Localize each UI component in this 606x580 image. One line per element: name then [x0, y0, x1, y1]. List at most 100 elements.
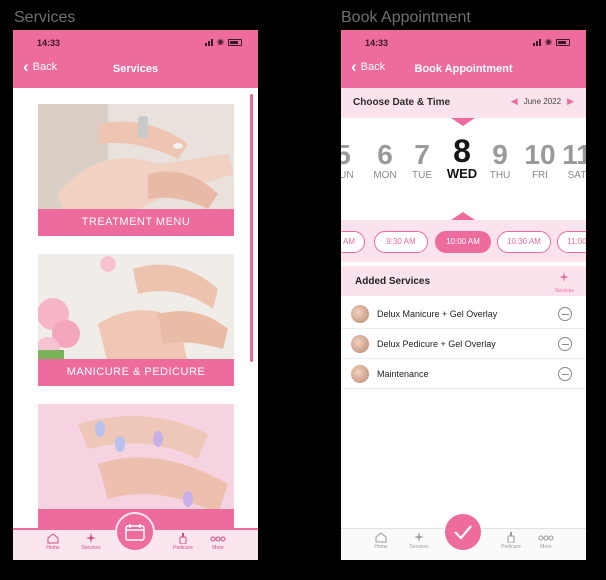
tab-label: Home — [46, 545, 60, 551]
time-slot-strip: AM 9:30 AM 10:00 AM 10:30 AM 11:00 — [341, 220, 586, 262]
header-bar: 14:33 ◉ ‹ Back Book Appointment — [341, 30, 586, 88]
wifi-icon: ◉ — [545, 37, 552, 46]
day-tue[interactable]: 7 TUE — [402, 139, 442, 182]
service-thumbnail — [351, 305, 369, 323]
chevron-left-icon[interactable]: ◀ — [511, 96, 518, 107]
card-label: TREATMENT MENU — [38, 209, 234, 236]
tab-label: Services — [81, 545, 101, 551]
header-bar: 14:33 ◉ ‹ Back Services — [13, 30, 258, 88]
services-link-label: Services — [554, 288, 574, 294]
service-thumbnail — [351, 335, 369, 353]
day-fri[interactable]: 10 FRI — [520, 139, 560, 182]
day-number: 7 — [414, 139, 430, 170]
time-slot[interactable]: 9:30 AM — [374, 231, 428, 253]
day-number: 11 — [562, 139, 586, 170]
day-name: WED — [446, 166, 478, 181]
calendar-icon — [125, 524, 145, 541]
status-icons: ◉ — [533, 38, 570, 46]
day-name: TUE — [412, 170, 432, 181]
tab-label: More — [540, 544, 552, 550]
added-services-label: Added Services — [355, 276, 431, 287]
tab-label: More — [212, 545, 224, 551]
signal-icon — [205, 38, 214, 46]
day-name: MON — [373, 170, 397, 181]
status-time: 14:33 — [37, 38, 61, 48]
selection-indicator-top — [451, 118, 475, 126]
sparkles-icon — [86, 533, 96, 543]
frame-title-services: Services — [14, 9, 76, 26]
remove-icon[interactable] — [558, 367, 572, 381]
home-icon — [375, 532, 387, 543]
page-title: Services — [112, 63, 159, 75]
tab-label: Services — [409, 544, 429, 550]
day-wed-selected[interactable]: 8 WED — [442, 133, 482, 181]
tab-label: Home — [374, 544, 388, 550]
day-sat[interactable]: 11 SAT — [557, 139, 586, 182]
tab-label: Pedicure — [501, 544, 521, 550]
service-thumbnail — [351, 365, 369, 383]
sparkles-icon — [559, 272, 570, 282]
day-sun[interactable]: 5SUN — [341, 139, 363, 182]
confirm-booking-fab[interactable] — [443, 512, 483, 552]
day-thu[interactable]: 9 THU — [480, 139, 520, 182]
more-icon — [538, 535, 554, 541]
tab-pedicure[interactable]: Pedicure — [163, 533, 203, 551]
tab-more[interactable]: More — [526, 532, 566, 550]
sparkles-icon — [414, 532, 424, 542]
battery-icon — [228, 38, 242, 46]
date-time-bar: Choose Date & Time ◀ June 2022 ▶ — [341, 88, 586, 118]
day-name: SAT — [567, 170, 586, 181]
home-icon — [47, 533, 59, 544]
time-slot[interactable]: AM — [341, 231, 365, 253]
services-screen: 14:33 ◉ ‹ Back Services TREATMENT MENU M… — [13, 30, 258, 560]
tab-home[interactable]: Home — [33, 533, 73, 551]
tab-services[interactable]: Services — [399, 532, 439, 550]
day-mon[interactable]: 6 MON — [365, 139, 405, 182]
day-number: 9 — [492, 139, 508, 170]
services-link[interactable]: Services — [555, 270, 574, 294]
day-name: FRI — [531, 170, 549, 181]
frame-title-book-appointment: Book Appointment — [341, 9, 471, 26]
time-slot-selected[interactable]: 10:00 AM — [435, 231, 491, 253]
day-number: 8 — [453, 133, 471, 169]
chevron-right-icon[interactable]: ▶ — [567, 96, 574, 107]
signal-icon — [533, 38, 542, 46]
month-label: June 2022 — [523, 97, 562, 106]
remove-icon[interactable] — [558, 337, 572, 351]
service-name: Maintenance — [377, 369, 429, 379]
status-time: 14:33 — [365, 38, 389, 48]
tab-label: Pedicure — [173, 545, 193, 551]
service-name: Delux Manicure + Gel Overlay — [377, 309, 498, 319]
day-number: 10 — [524, 139, 556, 170]
day-name: SUN — [341, 170, 354, 181]
day-picker: 5SUN 6MON 7TUE 8WED 9THU 10FRI 11SAT — [341, 135, 586, 200]
polish-bottle-icon — [179, 533, 187, 544]
day-name: THU — [489, 170, 511, 181]
treatment-menu-card[interactable]: TREATMENT MENU — [38, 104, 234, 236]
page-title: Book Appointment — [414, 63, 513, 75]
tab-pedicure[interactable]: Pedicure — [491, 532, 531, 550]
time-slot[interactable]: 10:30 AM — [497, 231, 551, 253]
battery-icon — [556, 38, 570, 46]
polish-bottle-icon — [507, 532, 515, 543]
selection-indicator-bottom — [451, 212, 475, 220]
added-services-header: Added Services Services — [341, 266, 586, 296]
book-appointment-fab[interactable] — [115, 512, 155, 552]
tab-services[interactable]: Services — [71, 533, 111, 551]
time-slot[interactable]: 11:00 — [557, 231, 586, 253]
scrollbar[interactable] — [250, 94, 253, 362]
tab-more[interactable]: More — [198, 533, 238, 551]
check-icon — [454, 525, 472, 540]
list-item: Delux Manicure + Gel Overlay — [341, 300, 586, 329]
card-label: MANICURE & PEDICURE — [38, 359, 234, 386]
choose-date-label: Choose Date & Time — [353, 97, 451, 108]
status-icons: ◉ — [205, 38, 242, 46]
service-name: Delux Pedicure + Gel Overlay — [377, 339, 496, 349]
tab-home[interactable]: Home — [361, 532, 401, 550]
remove-icon[interactable] — [558, 307, 572, 321]
day-number: 5 — [341, 139, 351, 170]
month-selector: ◀ June 2022 ▶ — [511, 96, 574, 107]
day-number: 6 — [377, 139, 393, 170]
manicure-pedicure-card[interactable]: MANICURE & PEDICURE — [38, 254, 234, 386]
wifi-icon: ◉ — [217, 37, 224, 46]
